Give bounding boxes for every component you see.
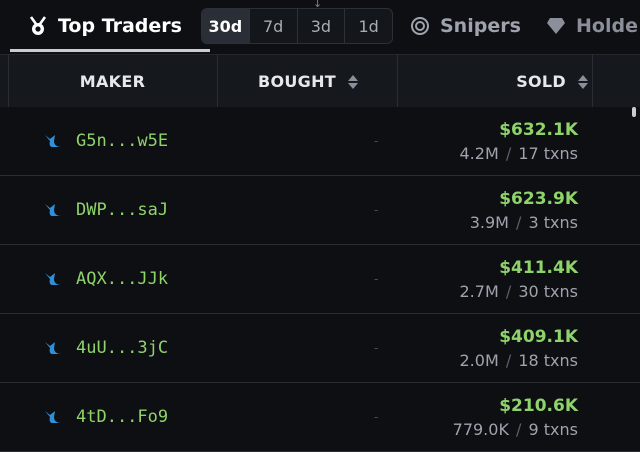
separator: / [505, 143, 512, 163]
period-3d[interactable]: 3d [298, 9, 346, 43]
table-row[interactable]: 4uU...3jC - $409.1K 2.0M / 18 txns [0, 314, 640, 383]
sold-cell: $632.1K 4.2M / 17 txns [460, 107, 579, 175]
sold-usd: $210.6K [499, 395, 578, 416]
sold-usd: $411.4K [499, 257, 578, 278]
period-selector: 30d 7d 3d 1d [201, 8, 393, 44]
arrow-down-icon: ↓ [313, 0, 323, 10]
maker-address: DWP...saJ [76, 200, 169, 220]
diamond-icon [546, 17, 566, 35]
maker-address: 4uU...3jC [76, 338, 169, 358]
maker-cell[interactable]: AQX...JJk [44, 245, 168, 313]
sort-icon [578, 74, 588, 89]
sold-usd: $632.1K [499, 119, 578, 140]
sold-txns: 30 txns [518, 281, 578, 301]
maker-address: G5n...w5E [76, 131, 169, 151]
tab-snipers[interactable]: Snipers [410, 0, 521, 52]
bought-value: - [374, 134, 379, 148]
maker-address: 4tD...Fo9 [76, 407, 169, 427]
sold-amount: 2.0M [459, 350, 499, 370]
sold-cell: $623.9K 3.9M / 3 txns [470, 176, 578, 244]
sold-amount: 3.9M [469, 212, 509, 232]
column-bought-label: BOUGHT [257, 72, 337, 91]
bought-value: - [374, 341, 379, 355]
scrollbar-thumb[interactable] [632, 107, 636, 117]
trophy-medal-icon [28, 16, 48, 36]
sold-txns: 18 txns [518, 350, 578, 370]
tab-holders-label: Holde [576, 15, 638, 37]
column-maker[interactable]: MAKER [8, 55, 217, 108]
target-icon [410, 16, 430, 36]
active-tab-underline [10, 49, 210, 52]
sold-cell: $409.1K 2.0M / 18 txns [460, 314, 579, 382]
period-7d[interactable]: 7d [250, 9, 298, 43]
sold-amount: 4.2M [459, 143, 499, 163]
table-header: MAKER BOUGHT SOLD [0, 54, 640, 109]
maker-cell[interactable]: 4uU...3jC [44, 314, 168, 382]
sold-cell: $411.4K 2.7M / 30 txns [460, 245, 579, 313]
sold-cell: $210.6K 779.0K / 9 txns [453, 383, 578, 451]
table-row[interactable]: DWP...saJ - $623.9K 3.9M / 3 txns [0, 176, 640, 245]
column-bought[interactable]: BOUGHT [218, 55, 398, 108]
sold-amount: 2.7M [459, 281, 499, 301]
whale-icon [44, 133, 64, 149]
maker-cell[interactable]: 4tD...Fo9 [44, 383, 168, 451]
bought-value: - [374, 410, 379, 424]
table-row[interactable]: 4tD...Fo9 - $210.6K 779.0K / 9 txns [0, 383, 640, 452]
sold-txns: 3 txns [528, 212, 578, 232]
period-1d[interactable]: 1d [345, 9, 392, 43]
sold-amount: 779.0K [452, 419, 509, 439]
sort-icon [348, 74, 359, 89]
separator: / [516, 419, 522, 439]
whale-icon [44, 271, 64, 287]
column-maker-label: MAKER [79, 72, 146, 91]
sold-usd: $623.9K [499, 188, 578, 209]
sold-usd: $409.1K [499, 326, 578, 347]
column-sold[interactable]: SOLD [398, 55, 592, 108]
bought-value: - [374, 272, 379, 286]
tab-holders[interactable]: Holde [546, 0, 638, 52]
tab-top-traders-label: Top Traders [58, 15, 182, 37]
separator: / [505, 281, 512, 301]
sold-txns: 17 txns [518, 143, 578, 163]
sold-txns: 9 txns [528, 419, 578, 439]
maker-cell[interactable]: DWP...saJ [44, 176, 168, 244]
whale-icon [44, 340, 64, 356]
period-30d[interactable]: 30d [202, 9, 250, 43]
tab-snipers-label: Snipers [440, 15, 521, 37]
whale-icon [44, 409, 64, 425]
separator: / [505, 350, 512, 370]
separator: / [516, 212, 522, 232]
whale-icon [44, 202, 64, 218]
table-row[interactable]: G5n...w5E - $632.1K 4.2M / 17 txns [0, 107, 640, 176]
tab-top-traders[interactable]: Top Traders [10, 0, 210, 52]
top-tab-bar: Top Traders 30d 7d 3d 1d ↓ Snipers Holde [0, 0, 640, 54]
table-row[interactable]: AQX...JJk - $411.4K 2.7M / 30 txns [0, 245, 640, 314]
bought-value: - [374, 203, 379, 217]
maker-cell[interactable]: G5n...w5E [44, 107, 168, 175]
column-sold-label: SOLD [516, 72, 566, 91]
maker-address: AQX...JJk [76, 269, 169, 289]
